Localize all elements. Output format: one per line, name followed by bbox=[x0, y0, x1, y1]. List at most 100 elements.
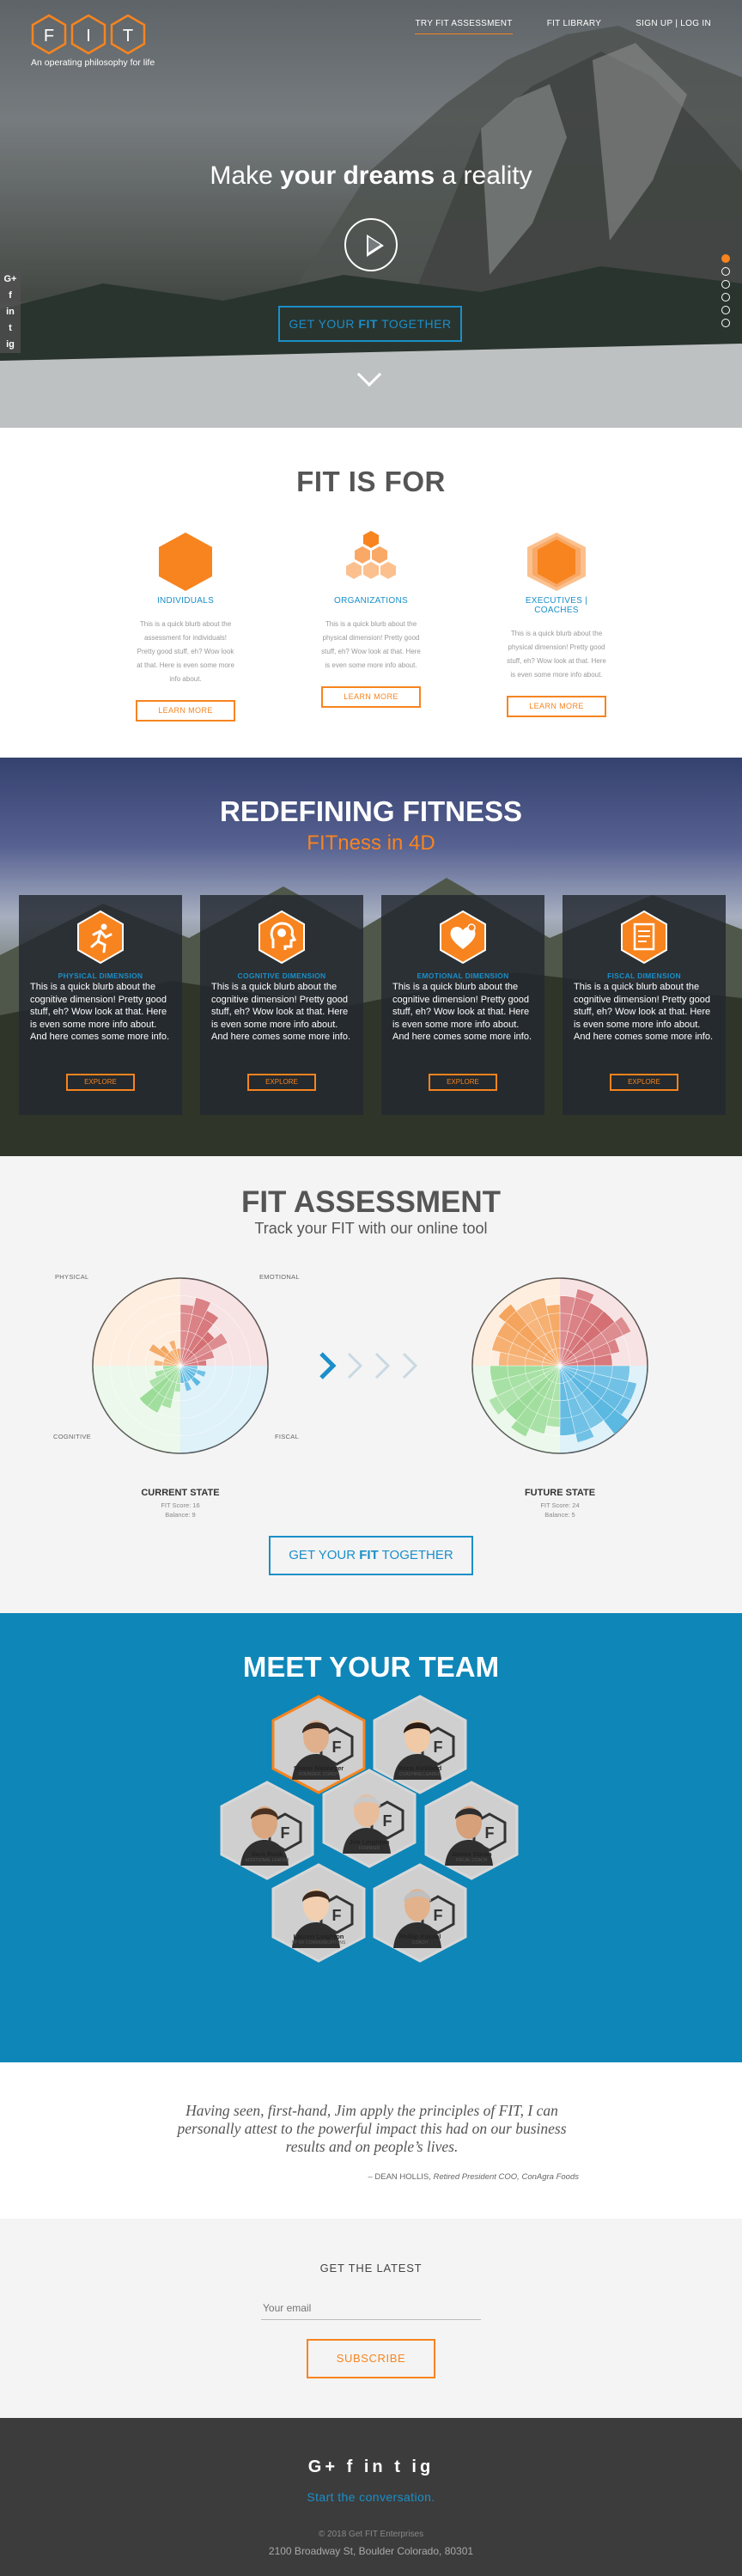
logo-letter-t: T bbox=[123, 27, 133, 46]
logo-hexagon-t: T bbox=[110, 14, 146, 55]
newsletter-title: GET THE LATEST bbox=[319, 2262, 423, 2275]
team-member-name: Lauren Leighton bbox=[293, 1933, 344, 1940]
assess-cta-post: TOGETHER bbox=[381, 1548, 453, 1562]
quadrant-label-fiscal: FISCAL bbox=[275, 1433, 300, 1440]
dimension-text: This is a quick blurb about the cognitiv… bbox=[30, 982, 170, 1042]
hero-cta-bold: FIT bbox=[358, 317, 378, 331]
audience-label: EXECUTIVES | COACHES bbox=[525, 596, 588, 615]
hero-headline-bold: your dreams bbox=[280, 161, 435, 190]
nav-fit-library[interactable]: FIT LIBRARY bbox=[547, 19, 602, 34]
newsletter-section: GET THE LATEST SUBSCRIBE bbox=[0, 2219, 742, 2418]
assessment-title: FIT ASSESSMENT bbox=[240, 1185, 502, 1219]
slide-dot[interactable] bbox=[721, 254, 730, 263]
explore-button[interactable]: EXPLORE bbox=[66, 1074, 135, 1091]
svg-text:F: F bbox=[281, 1824, 290, 1842]
audience-executives-coaches: EXECUTIVES | COACHES This is a quick blu… bbox=[507, 527, 606, 722]
slide-dot[interactable] bbox=[721, 306, 730, 314]
redefining-fitness-section: REDEFINING FITNESS FITness in 4D PHYSICA… bbox=[0, 758, 742, 1156]
testimonial-section: Having seen, first-hand, Jim apply the p… bbox=[0, 2062, 742, 2219]
audience-text: This is a quick blurb about the physical… bbox=[321, 620, 421, 669]
logo-hexagons: F I T bbox=[31, 14, 155, 55]
play-video-button[interactable] bbox=[344, 218, 398, 271]
slide-dot[interactable] bbox=[721, 319, 730, 327]
team-member-role: COACH bbox=[411, 1940, 429, 1946]
team-member[interactable]: F Lauren Leighton VP OF COMMUNICATIONS bbox=[268, 1862, 369, 1964]
assessment-subtitle: Track your FIT with our online tool bbox=[254, 1220, 488, 1237]
future-state-balance: Balance: 5 bbox=[544, 1511, 575, 1519]
testimonial-author: – DEAN HOLLIS, Retired President COO, Co… bbox=[368, 2172, 579, 2182]
svg-text:F: F bbox=[434, 1907, 443, 1924]
learn-more-button[interactable]: LEARN MORE bbox=[136, 700, 235, 722]
logo-letter-f: F bbox=[44, 27, 54, 46]
explore-button[interactable]: EXPLORE bbox=[247, 1074, 316, 1091]
email-input[interactable] bbox=[261, 2296, 481, 2320]
fit-assessment-section: FIT ASSESSMENT Track your FIT with our o… bbox=[0, 1156, 742, 1613]
dimension-card-cognitive: COGNITIVE DIMENSION This is a quick blur… bbox=[200, 895, 363, 1115]
explore-button[interactable]: EXPLORE bbox=[610, 1074, 678, 1091]
hero-get-fit-button[interactable]: GET YOUR FIT TOGETHER bbox=[278, 306, 462, 342]
svg-text:F: F bbox=[383, 1812, 392, 1830]
hero-section: F I T An operating philosophy for life T… bbox=[0, 0, 742, 428]
future-state-chart bbox=[471, 1277, 648, 1454]
footer-tagline-link[interactable]: Start the conversation. bbox=[0, 2490, 742, 2504]
linkedin-icon[interactable]: in bbox=[0, 304, 21, 320]
hero-cta-pre: GET YOUR bbox=[289, 317, 356, 331]
dimension-card-physical: PHYSICAL DIMENSION This is a quick blurb… bbox=[19, 895, 182, 1115]
nav-sign-up-log-in[interactable]: SIGN UP | LOG IN bbox=[636, 19, 711, 34]
svg-text:F: F bbox=[332, 1907, 342, 1924]
subscribe-button[interactable]: SUBSCRIBE bbox=[307, 2339, 435, 2378]
instagram-icon[interactable]: ig bbox=[411, 2457, 434, 2476]
google-plus-icon[interactable]: G+ bbox=[308, 2457, 338, 2476]
logo-letter-i: I bbox=[86, 27, 91, 46]
current-state-balance: Balance: 9 bbox=[165, 1511, 196, 1519]
ledger-icon bbox=[621, 910, 667, 965]
future-state-title: FUTURE STATE bbox=[524, 1488, 596, 1498]
main-nav: TRY FIT ASSESSMENT FIT LIBRARY SIGN UP |… bbox=[415, 19, 711, 34]
logo[interactable]: F I T An operating philosophy for life bbox=[31, 14, 155, 68]
dimension-text: This is a quick blurb about the cognitiv… bbox=[392, 982, 532, 1042]
audience-text: This is a quick blurb about the physical… bbox=[507, 630, 606, 679]
slide-dot[interactable] bbox=[721, 280, 730, 289]
single-hexagon-icon bbox=[159, 533, 212, 591]
twitter-icon[interactable]: t bbox=[394, 2457, 404, 2476]
team-member-role: VP OF COMMUNICATIONS bbox=[291, 1940, 346, 1946]
learn-more-button[interactable]: LEARN MORE bbox=[507, 696, 606, 717]
slide-dot[interactable] bbox=[721, 293, 730, 301]
team-member-photo: F bbox=[271, 1863, 366, 1963]
assess-cta-bold: FIT bbox=[359, 1548, 379, 1562]
footer-copyright: © 2018 Get FIT Enterprises bbox=[318, 2530, 424, 2539]
learn-more-button[interactable]: LEARN MORE bbox=[321, 686, 421, 708]
dimension-label: EMOTIONAL DIMENSION bbox=[417, 971, 509, 980]
audience-label: INDIVIDUALS bbox=[156, 596, 215, 606]
google-plus-icon[interactable]: G+ bbox=[0, 271, 21, 288]
linkedin-icon[interactable]: in bbox=[364, 2457, 386, 2476]
dimension-text: This is a quick blurb about the cognitiv… bbox=[211, 982, 351, 1042]
current-state-chart bbox=[92, 1277, 269, 1454]
nav-try-fit-assessment[interactable]: TRY FIT ASSESSMENT bbox=[415, 19, 513, 34]
assessment-get-fit-button[interactable]: GET YOUR FIT TOGETHER bbox=[269, 1536, 473, 1575]
explore-button[interactable]: EXPLORE bbox=[429, 1074, 497, 1091]
current-state-score: FIT Score: 16 bbox=[161, 1501, 200, 1509]
social-share-bar: G+ f in t ig bbox=[0, 271, 21, 353]
dimension-card-fiscal: FISCAL DIMENSION This is a quick blurb a… bbox=[563, 895, 726, 1115]
footer-address: 2100 Broadway St, Boulder Colorado, 8030… bbox=[268, 2545, 474, 2557]
team-member[interactable]: F Phillip Kassel COACH bbox=[369, 1862, 471, 1964]
redefining-subtitle: FITness in 4D bbox=[307, 831, 435, 855]
hero-cta-post: TOGETHER bbox=[381, 317, 452, 331]
svg-text:F: F bbox=[485, 1824, 495, 1842]
quadrant-label-physical: PHYSICAL bbox=[55, 1273, 89, 1281]
twitter-icon[interactable]: t bbox=[0, 320, 21, 337]
team-title: MEET YOUR TEAM bbox=[242, 1651, 500, 1683]
current-state-title: CURRENT STATE bbox=[141, 1488, 220, 1498]
instagram-icon[interactable]: ig bbox=[0, 337, 21, 353]
team-member[interactable]: F Jim Leighton FOUNDER bbox=[319, 1768, 420, 1869]
testimonial-author-name: – DEAN HOLLIS, bbox=[368, 2172, 431, 2182]
slide-dot[interactable] bbox=[721, 267, 730, 276]
logo-tagline: An operating philosophy for life bbox=[31, 58, 155, 68]
facebook-icon[interactable]: f bbox=[0, 288, 21, 304]
dimension-card-emotional: EMOTIONAL DIMENSION This is a quick blur… bbox=[381, 895, 544, 1115]
heart-icon bbox=[440, 910, 486, 965]
facebook-icon[interactable]: f bbox=[347, 2457, 356, 2476]
team-member-photo: F bbox=[322, 1769, 417, 1868]
team-member-name: James Doran bbox=[451, 1850, 492, 1858]
